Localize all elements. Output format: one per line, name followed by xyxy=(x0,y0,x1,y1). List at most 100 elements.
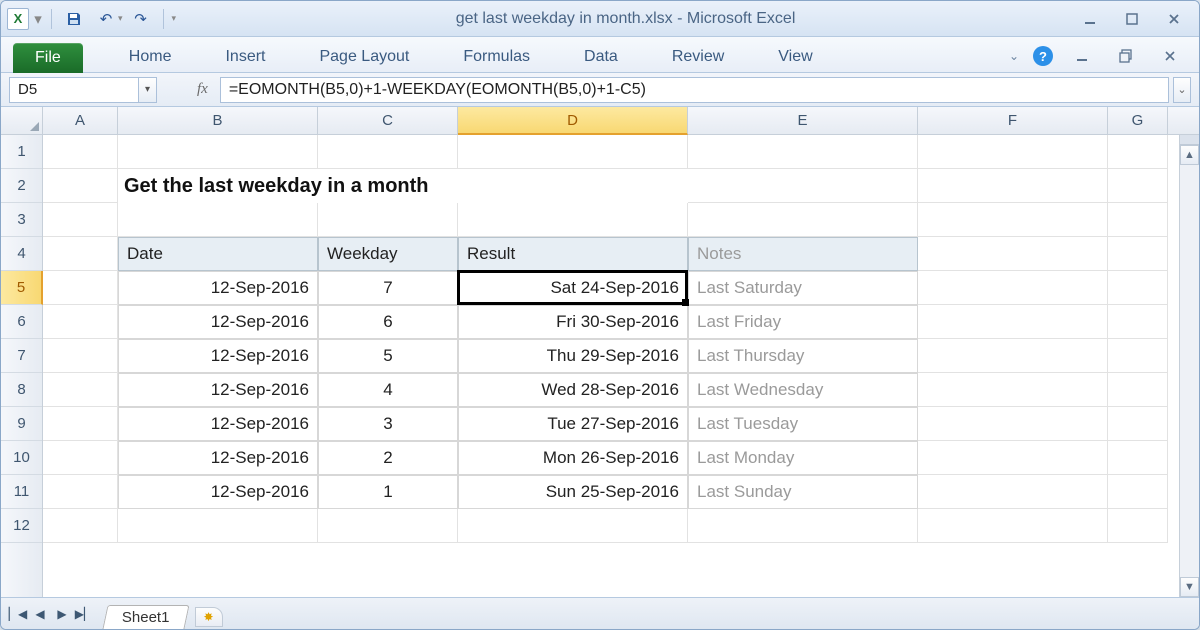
column-header-C[interactable]: C xyxy=(318,107,458,134)
table-header-b[interactable]: Date xyxy=(118,237,318,271)
row-header-3[interactable]: 3 xyxy=(1,203,42,237)
cell-A6[interactable] xyxy=(43,305,118,339)
column-header-D[interactable]: D xyxy=(458,107,688,135)
row-header-11[interactable]: 11 xyxy=(1,475,42,509)
sheet-title[interactable]: Get the last weekday in a month xyxy=(118,169,688,203)
row-header-5[interactable]: 5 xyxy=(1,271,43,305)
undo-button[interactable]: ↶ xyxy=(92,7,120,31)
cell-date[interactable]: 12-Sep-2016 xyxy=(118,305,318,339)
cell-B3[interactable] xyxy=(118,203,318,237)
cell-notes[interactable]: Last Thursday xyxy=(688,339,918,373)
column-header-A[interactable]: A xyxy=(43,107,118,134)
cell-G5[interactable] xyxy=(1108,271,1168,305)
row-header-7[interactable]: 7 xyxy=(1,339,42,373)
cell-A9[interactable] xyxy=(43,407,118,441)
split-handle[interactable] xyxy=(1180,135,1199,145)
cell-F7[interactable] xyxy=(918,339,1108,373)
row-header-6[interactable]: 6 xyxy=(1,305,42,339)
redo-button[interactable]: ↷ xyxy=(127,7,155,31)
scroll-down-button[interactable]: ▼ xyxy=(1180,577,1199,597)
cell-notes[interactable]: Last Saturday xyxy=(688,271,918,305)
cell-weekday[interactable]: 6 xyxy=(318,305,458,339)
workbook-minimize-button[interactable] xyxy=(1067,46,1097,66)
tab-review[interactable]: Review xyxy=(664,42,732,72)
name-box-dropdown[interactable]: ▾ xyxy=(139,77,157,103)
cell-result[interactable]: Sun 25-Sep-2016 xyxy=(458,475,688,509)
cell-G8[interactable] xyxy=(1108,373,1168,407)
cell-G10[interactable] xyxy=(1108,441,1168,475)
cell-E1[interactable] xyxy=(688,135,918,169)
cell-weekday[interactable]: 4 xyxy=(318,373,458,407)
cell-E3[interactable] xyxy=(688,203,918,237)
cell-F8[interactable] xyxy=(918,373,1108,407)
cell-result[interactable]: Thu 29-Sep-2016 xyxy=(458,339,688,373)
maximize-button[interactable] xyxy=(1117,9,1147,29)
cell-A3[interactable] xyxy=(43,203,118,237)
cell-D3[interactable] xyxy=(458,203,688,237)
cell-notes[interactable]: Last Sunday xyxy=(688,475,918,509)
cell-G7[interactable] xyxy=(1108,339,1168,373)
row-header-10[interactable]: 10 xyxy=(1,441,42,475)
excel-app-icon[interactable]: X xyxy=(7,8,29,30)
cell-result[interactable]: Sat 24-Sep-2016 xyxy=(458,271,688,305)
column-header-E[interactable]: E xyxy=(688,107,918,134)
fx-icon[interactable]: fx xyxy=(197,81,208,98)
cell-C1[interactable] xyxy=(318,135,458,169)
cell-notes[interactable]: Last Wednesday xyxy=(688,373,918,407)
cell-A12[interactable] xyxy=(43,509,118,543)
cell-G9[interactable] xyxy=(1108,407,1168,441)
cell-result[interactable]: Mon 26-Sep-2016 xyxy=(458,441,688,475)
cell-F3[interactable] xyxy=(918,203,1108,237)
sheet-nav-first[interactable]: ▏◀ xyxy=(7,603,29,625)
cell-B1[interactable] xyxy=(118,135,318,169)
cell-A4[interactable] xyxy=(43,237,118,271)
cells-area[interactable]: Get the last weekday in a month DateWeekd… xyxy=(43,135,1179,597)
minimize-button[interactable] xyxy=(1075,9,1105,29)
tab-formulas[interactable]: Formulas xyxy=(455,42,538,72)
cell-notes[interactable]: Last Tuesday xyxy=(688,407,918,441)
cell-result[interactable]: Wed 28-Sep-2016 xyxy=(458,373,688,407)
cell-notes[interactable]: Last Friday xyxy=(688,305,918,339)
table-header-e[interactable]: Notes xyxy=(688,237,918,271)
cell-weekday[interactable]: 1 xyxy=(318,475,458,509)
ribbon-minimize-icon[interactable]: ⌄ xyxy=(1009,49,1019,63)
cell-G12[interactable] xyxy=(1108,509,1168,543)
scroll-up-button[interactable]: ▲ xyxy=(1180,145,1199,165)
cell-weekday[interactable]: 3 xyxy=(318,407,458,441)
tab-page-layout[interactable]: Page Layout xyxy=(311,42,417,72)
row-header-8[interactable]: 8 xyxy=(1,373,42,407)
cell-weekday[interactable]: 5 xyxy=(318,339,458,373)
cell-D1[interactable] xyxy=(458,135,688,169)
sheet-nav-prev[interactable]: ◀ xyxy=(29,603,51,625)
workbook-restore-button[interactable] xyxy=(1111,46,1141,66)
formula-expand-button[interactable]: ⌄ xyxy=(1173,77,1191,103)
cell-A8[interactable] xyxy=(43,373,118,407)
sheet-nav-last[interactable]: ▶▏ xyxy=(73,603,95,625)
cell-C3[interactable] xyxy=(318,203,458,237)
close-button[interactable] xyxy=(1159,9,1189,29)
cell-A11[interactable] xyxy=(43,475,118,509)
sheet-tab-active[interactable]: Sheet1 xyxy=(102,605,189,629)
column-header-G[interactable]: G xyxy=(1108,107,1168,134)
cell-date[interactable]: 12-Sep-2016 xyxy=(118,475,318,509)
name-box[interactable]: D5 xyxy=(9,77,139,103)
tab-insert[interactable]: Insert xyxy=(217,42,273,72)
cell-A10[interactable] xyxy=(43,441,118,475)
cell-F4[interactable] xyxy=(918,237,1108,271)
cell-F2[interactable] xyxy=(918,169,1108,203)
cell-result[interactable]: Tue 27-Sep-2016 xyxy=(458,407,688,441)
table-header-c[interactable]: Weekday xyxy=(318,237,458,271)
cell-G4[interactable] xyxy=(1108,237,1168,271)
select-all-corner[interactable] xyxy=(1,107,43,134)
tab-view[interactable]: View xyxy=(770,42,820,72)
save-button[interactable] xyxy=(60,7,88,31)
column-header-F[interactable]: F xyxy=(918,107,1108,134)
help-button[interactable]: ? xyxy=(1033,46,1053,66)
cell-C12[interactable] xyxy=(318,509,458,543)
tab-data[interactable]: Data xyxy=(576,42,626,72)
cell-F5[interactable] xyxy=(918,271,1108,305)
table-header-d[interactable]: Result xyxy=(458,237,688,271)
cell-G2[interactable] xyxy=(1108,169,1168,203)
cell-date[interactable]: 12-Sep-2016 xyxy=(118,407,318,441)
cell-date[interactable]: 12-Sep-2016 xyxy=(118,339,318,373)
